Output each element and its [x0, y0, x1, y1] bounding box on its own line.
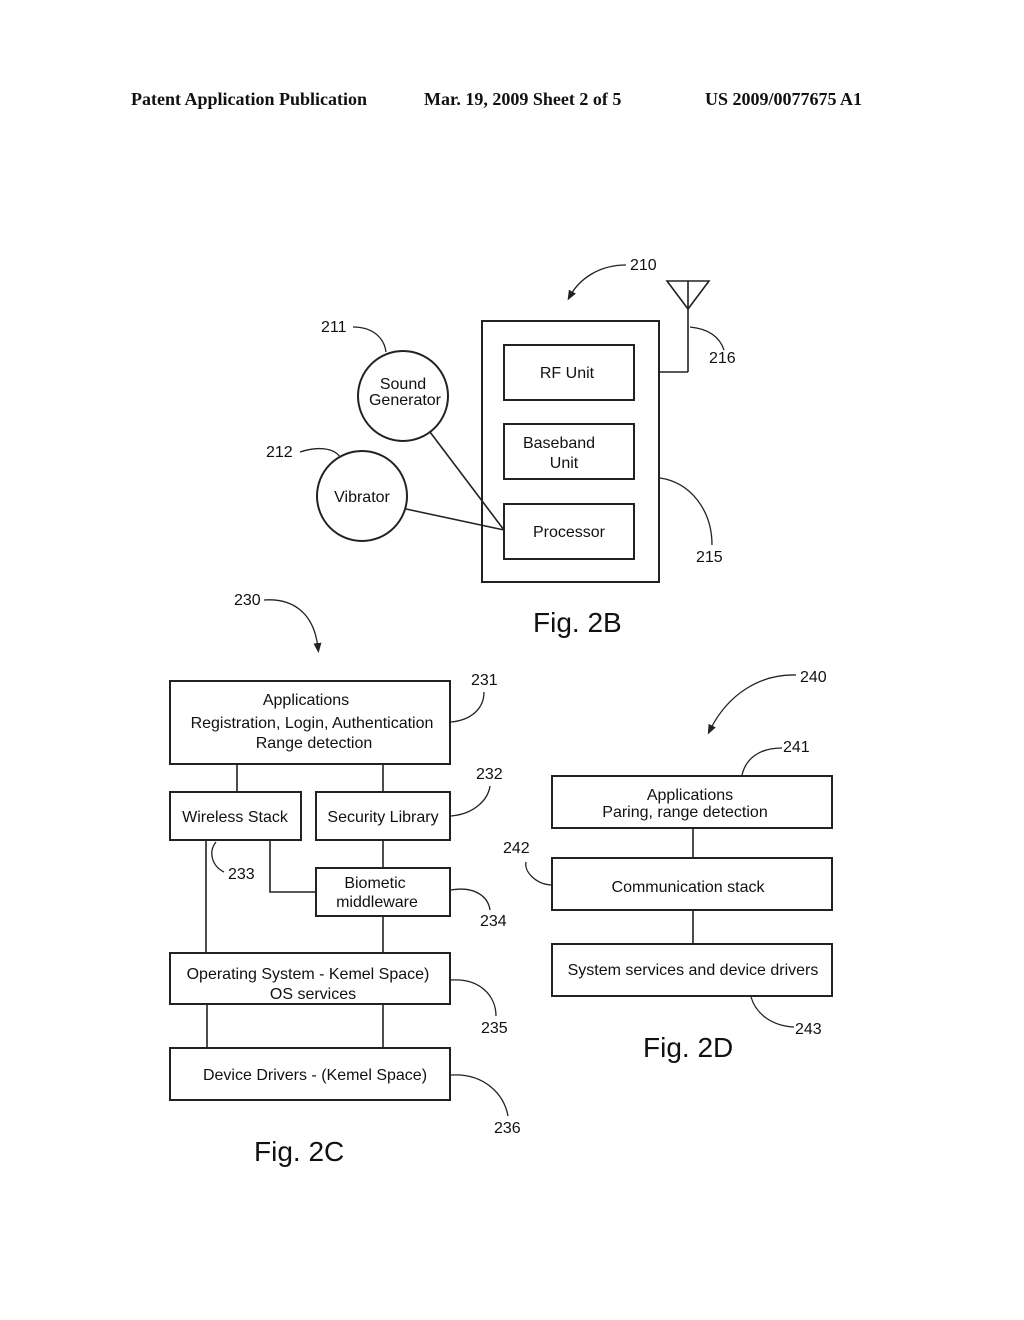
sound-generator-line1: Sound: [380, 376, 426, 393]
ref-arrow-240: [707, 674, 797, 735]
figure-2b-caption: Fig. 2B: [533, 607, 622, 638]
figure-2c-caption: Fig. 2C: [254, 1136, 344, 1167]
ref-leader-212: [299, 447, 341, 458]
ref-leader-232: [450, 785, 491, 817]
ref-leader-235: [450, 979, 497, 1017]
ref-leader-211: [352, 326, 387, 353]
patent-drawing: 210 216 215 RF Unit Baseband Unit Proces…: [169, 257, 833, 1167]
baseband-label-line1: Baseband: [523, 435, 595, 452]
sound-generator-line2: Generator: [369, 392, 442, 409]
biometric-line1: Biometic: [344, 875, 405, 892]
ref-leader-241: [741, 747, 783, 776]
ref-arrow-230: [263, 599, 322, 653]
operating-system-line1: Operating System - Kemel Space): [187, 966, 430, 983]
ref-216: 216: [709, 350, 736, 367]
ref-242: 242: [503, 840, 530, 857]
vibrator-label: Vibrator: [334, 489, 390, 506]
figure-2b: 210 216 215 RF Unit Baseband Unit Proces…: [266, 257, 736, 638]
applications-range: Range detection: [256, 735, 373, 752]
applications-subtitle: Registration, Login, Authentication: [191, 715, 434, 732]
ref-215: 215: [696, 549, 723, 566]
ref-arrow-210: [567, 264, 627, 301]
system-services-label: System services and device drivers: [568, 962, 819, 979]
wireless-stack-label: Wireless Stack: [182, 809, 289, 826]
ref-241: 241: [783, 739, 810, 756]
operating-system-line2: OS services: [270, 986, 356, 1003]
communication-stack-label: Communication stack: [612, 879, 766, 896]
ref-232: 232: [476, 766, 503, 783]
ref-233: 233: [228, 866, 255, 883]
figure-2d-caption: Fig. 2D: [643, 1032, 733, 1063]
processor-label: Processor: [533, 524, 606, 541]
ref-leader-234: [450, 888, 491, 911]
ref-leader-242: [525, 861, 552, 886]
wireless-to-biometric-line: [269, 840, 316, 893]
baseband-label-line2: Unit: [550, 455, 579, 472]
ref-235: 235: [481, 1020, 508, 1037]
ref-231: 231: [471, 672, 498, 689]
applications-2d-subtitle: Paring, range detection: [602, 804, 767, 821]
ref-leader-231: [450, 691, 485, 723]
ref-leader-243: [750, 996, 795, 1028]
applications-2d-title: Applications: [647, 787, 733, 804]
ref-212: 212: [266, 444, 293, 461]
applications-title: Applications: [263, 692, 349, 709]
device-drivers-label: Device Drivers - (Kemel Space): [203, 1067, 427, 1084]
ref-210: 210: [630, 257, 657, 274]
ref-236: 236: [494, 1120, 521, 1137]
security-library-label: Security Library: [327, 809, 438, 826]
ref-leader-236: [450, 1074, 509, 1117]
ref-243: 243: [795, 1021, 822, 1038]
figure-2d: 240 Applications Paring, range detection…: [503, 669, 833, 1063]
ref-211: 211: [321, 319, 347, 336]
ref-leader-233: [211, 841, 225, 873]
biometric-line2: middleware: [336, 894, 418, 911]
ref-leader-215: [659, 477, 713, 546]
ref-230: 230: [234, 592, 261, 609]
ref-leader-216: [689, 326, 725, 351]
figure-2c: 230 Applications Registration, Login, Au…: [169, 592, 521, 1167]
rf-unit-label: RF Unit: [540, 365, 595, 382]
ref-234: 234: [480, 913, 507, 930]
ref-240: 240: [800, 669, 827, 686]
